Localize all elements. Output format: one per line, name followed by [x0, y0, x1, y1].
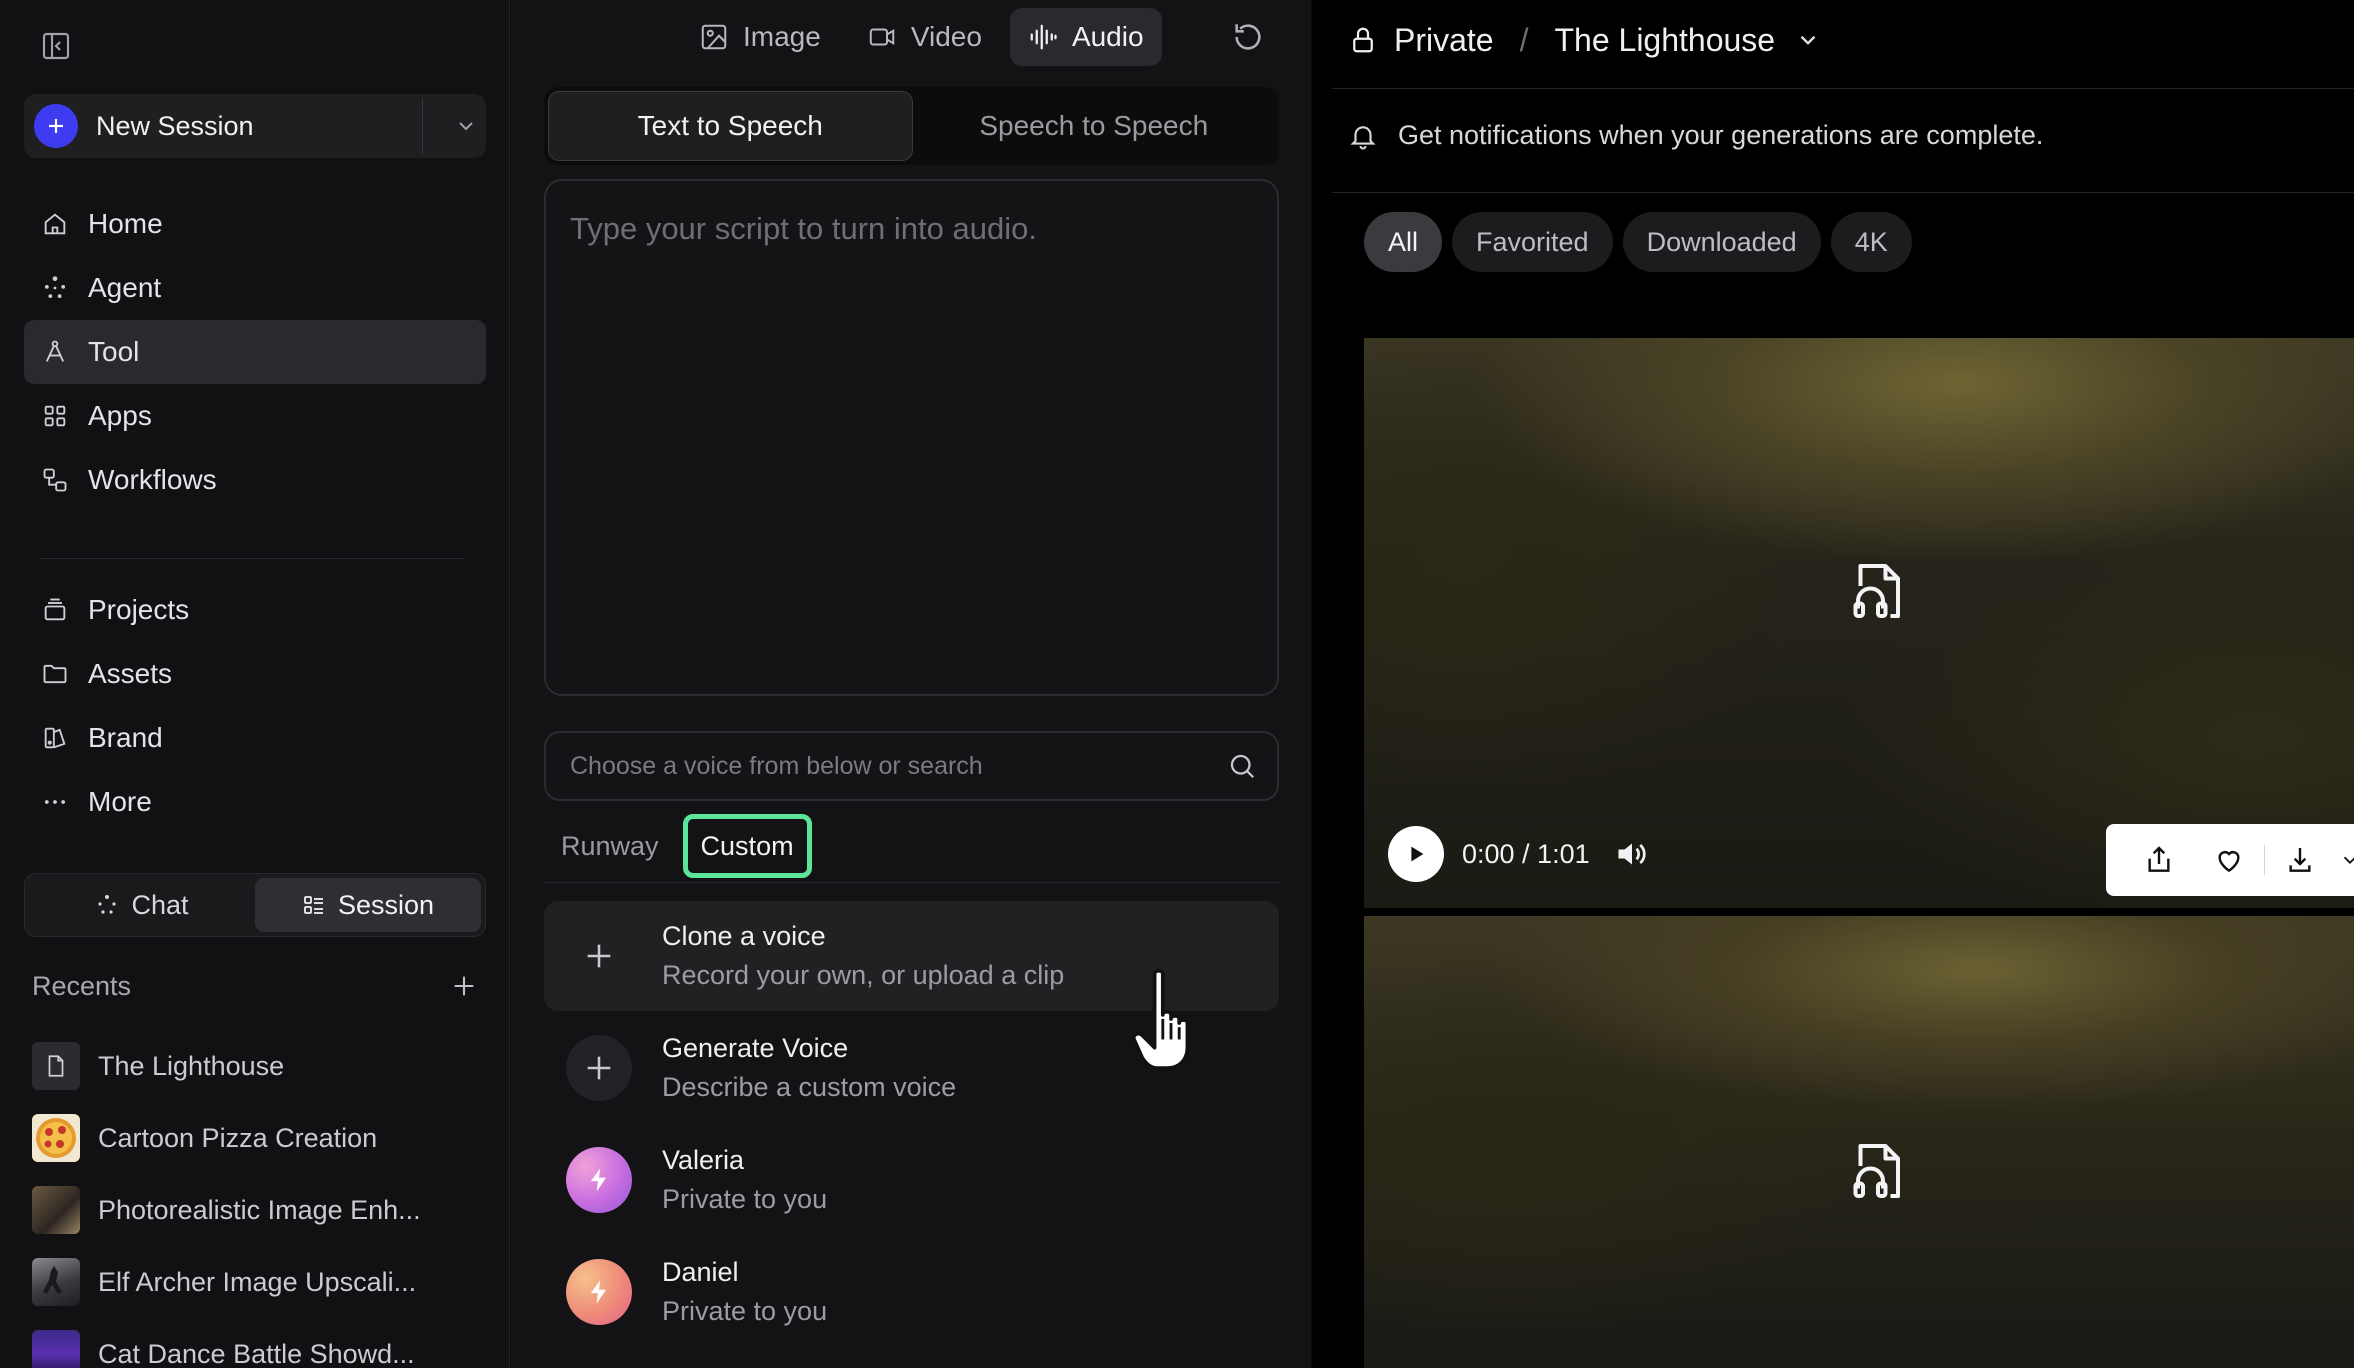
- tab-image[interactable]: Image: [681, 8, 839, 66]
- home-icon: [40, 209, 70, 239]
- document-icon: [32, 1042, 80, 1090]
- voice-item-daniel[interactable]: Daniel Private to you: [544, 1237, 1279, 1347]
- archer-thumbnail: [32, 1258, 80, 1306]
- workflows-icon: [40, 465, 70, 495]
- volume-icon[interactable]: [1614, 836, 1650, 872]
- add-recent-icon[interactable]: [450, 972, 478, 1000]
- tool-icon: [40, 337, 70, 367]
- tab-runway-voices[interactable]: Runway: [551, 814, 669, 878]
- nav-item-brand[interactable]: Brand: [24, 706, 486, 770]
- brand-icon: [40, 723, 70, 753]
- plus-icon: [566, 923, 632, 989]
- voice-avatar: [566, 1147, 632, 1213]
- audio-output-card[interactable]: 0:00 / 1:01: [1364, 338, 2354, 908]
- speech-mode-segmented: Text to Speech Speech to Speech: [544, 87, 1279, 165]
- photo-thumbnail: [32, 1186, 80, 1234]
- voice-item-valeria[interactable]: Valeria Private to you: [544, 1125, 1279, 1235]
- search-icon[interactable]: [1227, 751, 1257, 781]
- primary-nav: Home Agent Tool Apps Workflows: [24, 192, 486, 512]
- notification-banner[interactable]: Get notifications when your generations …: [1348, 120, 2043, 151]
- audio-output-card[interactable]: [1364, 916, 2354, 1368]
- chat-toggle-option[interactable]: Chat: [29, 878, 255, 932]
- bell-icon: [1348, 121, 1378, 151]
- agent-icon: [40, 273, 70, 303]
- nav-item-tool[interactable]: Tool: [24, 320, 486, 384]
- new-session-label: New Session: [96, 110, 254, 141]
- recent-item[interactable]: The Lighthouse: [32, 1038, 478, 1094]
- chevron-down-icon[interactable]: [1795, 27, 1821, 53]
- nav-item-apps[interactable]: Apps: [24, 384, 486, 448]
- reset-icon[interactable]: [1231, 20, 1265, 54]
- agent-icon: [95, 893, 119, 917]
- play-button[interactable]: [1388, 826, 1444, 882]
- lock-icon: [1348, 25, 1378, 55]
- plus-icon: [34, 104, 78, 148]
- audio-file-icon: [1848, 1138, 1908, 1204]
- tab-speech-to-speech[interactable]: Speech to Speech: [913, 91, 1276, 161]
- tab-video[interactable]: Video: [849, 8, 1000, 66]
- heart-icon[interactable]: [2194, 824, 2264, 896]
- recent-item[interactable]: Photorealistic Image Enh...: [32, 1182, 478, 1238]
- sidebar-collapse-icon[interactable]: [40, 30, 72, 62]
- apps-icon: [40, 401, 70, 431]
- video-icon: [867, 22, 897, 52]
- download-icon[interactable]: [2265, 824, 2335, 896]
- voice-search-placeholder: Choose a voice from below or search: [570, 751, 983, 780]
- audio-player: 0:00 / 1:01: [1388, 826, 1650, 882]
- new-session-dropdown-icon[interactable]: [454, 114, 478, 138]
- audio-file-icon: [1848, 558, 1908, 624]
- voice-source-tabs: Runway Custom: [551, 812, 812, 880]
- sidebar: New Session Home Agent Tool Apps Workflo…: [0, 0, 510, 1368]
- nav-item-workflows[interactable]: Workflows: [24, 448, 486, 512]
- media-mode-tabs: Image Video Audio: [681, 8, 1162, 66]
- new-session-button[interactable]: New Session: [24, 94, 486, 158]
- recents-title: Recents: [32, 970, 132, 1001]
- pizza-thumbnail: [32, 1114, 80, 1162]
- recent-item[interactable]: Cat Dance Battle Showd...: [32, 1326, 478, 1368]
- recent-item[interactable]: Cartoon Pizza Creation: [32, 1110, 478, 1166]
- folder-icon: [40, 659, 70, 689]
- notification-text: Get notifications when your generations …: [1398, 120, 2044, 150]
- filter-4k[interactable]: 4K: [1830, 212, 1912, 272]
- voice-search-input[interactable]: Choose a voice from below or search: [544, 731, 1279, 801]
- project-title[interactable]: The Lighthouse: [1554, 22, 1775, 59]
- recents-header: Recents: [32, 968, 478, 1004]
- cat-thumbnail: [32, 1330, 80, 1368]
- projects-icon: [40, 595, 70, 625]
- card-actions-toolbar: [2106, 824, 2354, 896]
- tab-text-to-speech[interactable]: Text to Speech: [548, 91, 913, 161]
- breadcrumb-separator: /: [1519, 21, 1529, 58]
- secondary-nav: Projects Assets Brand More: [24, 578, 486, 834]
- session-list-icon: [302, 893, 326, 917]
- playback-time: 0:00 / 1:01: [1462, 838, 1590, 869]
- nav-item-assets[interactable]: Assets: [24, 642, 486, 706]
- privacy-label[interactable]: Private: [1394, 22, 1494, 59]
- chat-session-toggle: Chat Session: [24, 873, 486, 937]
- filter-favorited[interactable]: Favorited: [1452, 212, 1613, 272]
- share-icon[interactable]: [2124, 824, 2194, 896]
- breadcrumb: Private / The Lighthouse: [1348, 18, 1821, 62]
- filter-all[interactable]: All: [1364, 212, 1443, 272]
- filter-downloaded[interactable]: Downloaded: [1622, 212, 1821, 272]
- nav-item-more[interactable]: More: [24, 770, 486, 834]
- generation-panel: Image Video Audio Text to Speech Speech …: [511, 0, 1311, 1368]
- chevron-down-icon[interactable]: [2335, 849, 2354, 871]
- outputs-panel: Private / The Lighthouse Get notificatio…: [1312, 0, 2354, 1368]
- tab-audio[interactable]: Audio: [1009, 8, 1162, 66]
- nav-item-agent[interactable]: Agent: [24, 256, 486, 320]
- nav-item-home[interactable]: Home: [24, 192, 486, 256]
- script-textarea[interactable]: Type your script to turn into audio.: [544, 179, 1279, 696]
- script-placeholder: Type your script to turn into audio.: [570, 211, 1037, 246]
- image-icon: [699, 22, 729, 52]
- filter-chips: All Favorited Downloaded 4K: [1364, 212, 1912, 272]
- audio-wave-icon: [1028, 22, 1058, 52]
- recent-item[interactable]: Elf Archer Image Upscali...: [32, 1254, 478, 1310]
- plus-icon: [566, 1035, 632, 1101]
- nav-item-projects[interactable]: Projects: [24, 578, 486, 642]
- tab-custom-voices[interactable]: Custom: [682, 814, 812, 878]
- more-icon: [40, 787, 70, 817]
- voice-avatar: [566, 1259, 632, 1325]
- session-toggle-option[interactable]: Session: [255, 878, 481, 932]
- hand-cursor-icon: [1130, 965, 1212, 1077]
